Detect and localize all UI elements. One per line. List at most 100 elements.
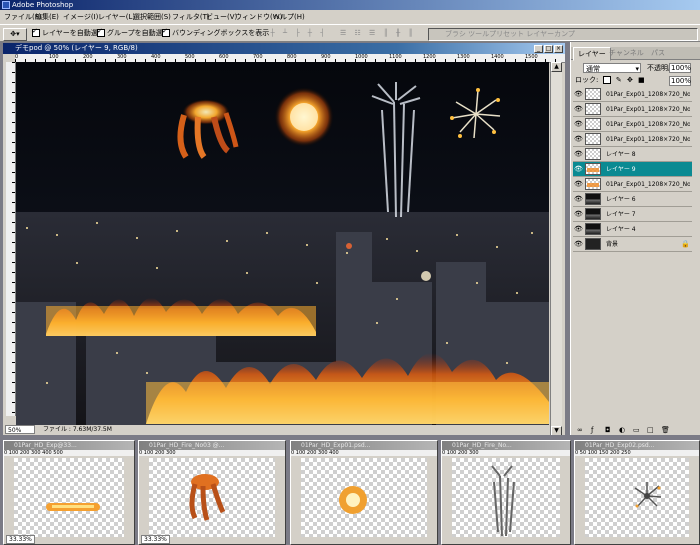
zoom-field[interactable]: 50%: [5, 425, 35, 434]
layer-name: 01Par_Exp01_1208×720_No05...: [606, 91, 690, 98]
lock-paint-icon[interactable]: ✎: [616, 76, 622, 84]
lock-transparency-icon[interactable]: [602, 76, 611, 84]
document-status-bar: 50% ファイル : 7.63M/37.5M: [3, 425, 550, 435]
layer-row[interactable]: 👁 背景 🔒: [573, 237, 692, 252]
layer-name: レイヤー 6: [606, 196, 636, 203]
layer-name: レイヤー 9: [606, 166, 636, 173]
auto-select-layer-checkbox[interactable]: レイヤーを自動選択: [32, 26, 105, 39]
ruler-tick: 100: [49, 54, 59, 60]
layer-name: レイヤー 4: [606, 226, 636, 233]
delete-layer-icon[interactable]: 🗑: [661, 427, 670, 434]
checkbox-icon: [32, 26, 40, 37]
ruler-tick: 700: [253, 54, 263, 60]
layer-row[interactable]: 👁 レイヤー 8: [573, 147, 692, 162]
maximize-icon[interactable]: □: [544, 45, 553, 53]
minimize-icon[interactable]: _: [534, 45, 543, 53]
tab-paths[interactable]: パス: [647, 47, 669, 59]
thumb-window[interactable]: 01Par_HD_Exp01.psd... 0 100 200 300 400: [290, 440, 438, 545]
lock-all-icon[interactable]: ■: [638, 76, 645, 84]
layer-row[interactable]: 👁 01Par_Exp01_1208×720_No02...: [573, 132, 692, 147]
ruler-tick: 400: [151, 54, 161, 60]
layer-row-selected[interactable]: 👁 レイヤー 9: [573, 162, 692, 177]
layer-list: 👁 01Par_Exp01_1208×720_No05... 👁 01Par_Exp…: [573, 87, 700, 423]
menu-layer[interactable]: レイヤー(L): [98, 10, 135, 24]
adjustment-layer-icon[interactable]: ◐: [619, 427, 627, 434]
eye-icon[interactable]: 👁: [574, 195, 583, 203]
layer-row[interactable]: 👁 レイヤー 7: [573, 207, 692, 222]
bounding-box-checkbox[interactable]: バウンディングボックスを表示: [162, 26, 269, 39]
auto-select-group-checkbox[interactable]: グループを自動選択: [97, 26, 170, 39]
eye-icon[interactable]: 👁: [574, 150, 583, 158]
thumb-window[interactable]: 01Par_HD_Fire_No... 0 100 200 300: [441, 440, 571, 545]
thumb-window[interactable]: 01Par_HD_Exp@33... 0 100 200 300 400 500…: [3, 440, 135, 545]
file-size-info[interactable]: ファイル : 7.63M/37.5M: [43, 425, 112, 435]
document-title-bar[interactable]: デモpod @ 50% (レイヤー 9, RGB/8) _ □ ×: [3, 43, 565, 54]
layer-thumbnail: [585, 103, 601, 115]
eye-icon[interactable]: 👁: [574, 105, 583, 113]
layer-name: 01Par_Exp01_1208×720_No02...: [606, 136, 690, 143]
ruler-tick: 500: [185, 54, 195, 60]
document-title: デモpod @ 50% (レイヤー 9, RGB/8): [15, 44, 138, 52]
layer-row[interactable]: 👁 01Par_Exp01_1208×720_No01...: [573, 177, 692, 192]
layer-name: 01Par_Exp01_1208×720_No01...: [606, 181, 690, 188]
blend-mode-select[interactable]: 通常 ▾: [583, 63, 641, 73]
opacity-field[interactable]: 100%: [669, 63, 691, 73]
eye-icon[interactable]: 👁: [574, 90, 583, 98]
vertical-scrollbar[interactable]: ▲ ▼: [550, 62, 562, 436]
thumb-window[interactable]: 01Par_HD_Exp02.psd... 0 50 100 150 200 2…: [574, 440, 700, 545]
layer-row[interactable]: 👁 レイヤー 4: [573, 222, 692, 237]
menu-edit[interactable]: 編集(E): [35, 10, 59, 24]
layer-name: 背景: [606, 241, 619, 248]
menu-select[interactable]: 選択範囲(S): [133, 10, 171, 24]
thumb-window-canvas: [452, 458, 560, 537]
new-layer-icon[interactable]: □: [647, 427, 655, 434]
lock-move-icon[interactable]: ✥: [627, 76, 633, 84]
thumb-window-ruler: 0 100 200 300 400: [291, 450, 437, 456]
layer-row[interactable]: 👁 01Par_Exp01_1208×720_No04...: [573, 102, 692, 117]
layer-thumbnail: [585, 118, 601, 130]
lock-icon: 🔒: [681, 240, 690, 248]
scroll-up-icon[interactable]: ▲: [551, 62, 562, 72]
tab-channels[interactable]: チャンネル: [605, 47, 648, 59]
eye-icon[interactable]: 👁: [574, 240, 583, 248]
ruler-tick: 1200: [423, 54, 436, 60]
layer-row[interactable]: 👁 レイヤー 6: [573, 192, 692, 207]
link-layers-icon[interactable]: ∞: [577, 427, 585, 434]
layer-name: レイヤー 8: [606, 151, 636, 158]
menu-help[interactable]: ヘルプ(H): [273, 10, 305, 24]
ruler-labels: 0 100 200 300 400 500 600 700 800 900 10…: [15, 54, 555, 62]
eye-icon[interactable]: 👁: [574, 120, 583, 128]
palette-well[interactable]: ブラシ ツールプリセット レイヤーカンプ: [428, 28, 698, 41]
eye-icon[interactable]: 👁: [574, 210, 583, 218]
app-title: Adobe Photoshop: [12, 1, 74, 9]
fill-field[interactable]: 100%: [669, 76, 691, 86]
eye-icon[interactable]: 👁: [574, 165, 583, 173]
menu-filter[interactable]: フィルタ(T): [172, 10, 210, 24]
night-city-fire-image: [16, 82, 549, 426]
document-canvas[interactable]: [16, 62, 549, 426]
thumb-window[interactable]: 01Par_HD_Fire_No03 @... 0 100 200 300 33…: [138, 440, 286, 545]
move-tool-preset-button[interactable]: ✥▾: [3, 28, 27, 41]
thumb-window-ruler: 0 100 200 300: [139, 450, 285, 456]
align-buttons[interactable]: ┬ ┼ ┴ ├ ┼ ┤: [258, 28, 327, 39]
thumb-window-ruler: 0 50 100 150 200 250: [575, 450, 699, 456]
layer-row[interactable]: 👁 01Par_Exp01_1208×720_No03...: [573, 117, 692, 132]
menu-image[interactable]: イメージ(I): [63, 10, 98, 24]
layer-row[interactable]: 👁 01Par_Exp01_1208×720_No05...: [573, 87, 692, 102]
window-controls: _ □ ×: [533, 44, 563, 53]
menu-view[interactable]: ビュー(V): [206, 10, 237, 24]
layers-palette: レイヤー チャンネル パス 通常 ▾ 不透明度: 100% ロック: ✎ ✥ ■ …: [570, 42, 700, 435]
thumb-window-canvas: [301, 458, 427, 537]
layer-mask-icon[interactable]: ◘: [605, 427, 613, 434]
layer-palette-footer: ∞ ƒ ◘ ◐ ▭ □ 🗑: [571, 426, 700, 435]
eye-icon[interactable]: 👁: [574, 135, 583, 143]
flame-bar-thumbnail: [46, 503, 100, 511]
close-icon[interactable]: ×: [554, 45, 563, 53]
distribute-buttons[interactable]: ☰ ☷ ☰ ║ ╫ ║: [340, 28, 416, 39]
new-group-icon[interactable]: ▭: [633, 427, 641, 434]
eye-icon[interactable]: 👁: [574, 180, 583, 188]
layer-style-icon[interactable]: ƒ: [591, 427, 599, 434]
layer-thumbnail: [585, 193, 601, 205]
eye-icon[interactable]: 👁: [574, 225, 583, 233]
thumb-window-canvas: [14, 458, 124, 537]
